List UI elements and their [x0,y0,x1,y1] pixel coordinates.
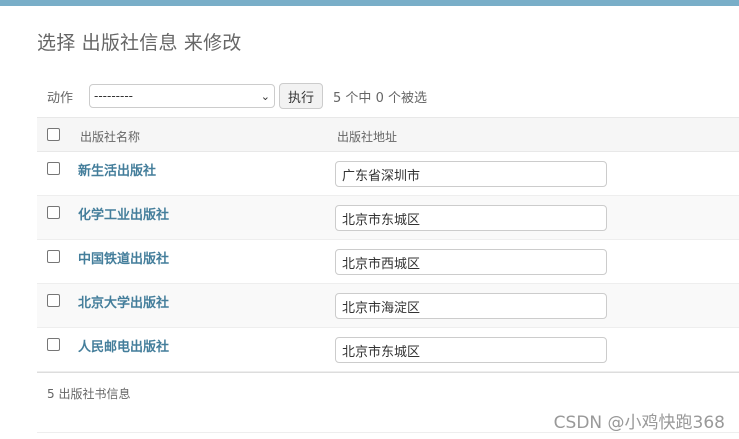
run-action-button[interactable]: 执行 [279,83,324,109]
table-row: 化学工业出版社 北京市东城区 [37,196,739,240]
action-select[interactable]: --------- ⌄ [89,84,276,108]
address-input[interactable]: 北京市西城区 [335,249,607,275]
watermark: CSDN @小鸡快跑368 [553,413,725,433]
address-input[interactable]: 北京市东城区 [335,205,607,231]
table-row: 新生活出版社 广东省深圳市 [37,152,739,196]
table-header: 出版社名称 出版社地址 [37,117,739,152]
results-table: 出版社名称 出版社地址 新生活出版社 广东省深圳市 化学工业出版社 北京市东城区… [37,117,739,373]
row-checkbox[interactable] [47,338,60,351]
action-select-value: --------- [94,89,133,103]
chevron-down-icon: ⌄ [260,89,271,103]
publisher-name-link[interactable]: 人民邮电出版社 [78,336,169,355]
top-header-bar [0,0,739,6]
column-header-name[interactable]: 出版社名称 [80,128,140,145]
column-header-address[interactable]: 出版社地址 [337,128,397,145]
row-checkbox[interactable] [47,162,60,175]
table-row: 人民邮电出版社 北京市东城区 [37,328,739,372]
paginator-count: 5 出版社书信息 [47,387,131,401]
selection-counter: 5 个中 0 个被选 [333,90,427,106]
table-divider [37,372,739,373]
row-checkbox[interactable] [47,294,60,307]
action-label: 动作 [47,90,74,106]
select-all-checkbox[interactable] [47,128,60,141]
publisher-name-link[interactable]: 化学工业出版社 [78,204,169,223]
table-row: 中国铁道出版社 北京市西城区 [37,240,739,284]
address-input[interactable]: 北京市海淀区 [335,293,607,319]
address-input[interactable]: 北京市东城区 [335,337,607,363]
address-input[interactable]: 广东省深圳市 [335,161,607,187]
actions-bar: 动作 --------- ⌄ 执行 5 个中 0 个被选 [37,80,739,112]
page-title: 选择 出版社信息 来修改 [37,32,242,54]
table-body: 新生活出版社 广东省深圳市 化学工业出版社 北京市东城区 中国铁道出版社 北京市… [37,152,739,372]
publisher-name-link[interactable]: 新生活出版社 [78,160,156,179]
row-checkbox[interactable] [47,206,60,219]
publisher-name-link[interactable]: 中国铁道出版社 [78,248,169,267]
table-row: 北京大学出版社 北京市海淀区 [37,284,739,328]
publisher-name-link[interactable]: 北京大学出版社 [78,292,169,311]
row-checkbox[interactable] [47,250,60,263]
